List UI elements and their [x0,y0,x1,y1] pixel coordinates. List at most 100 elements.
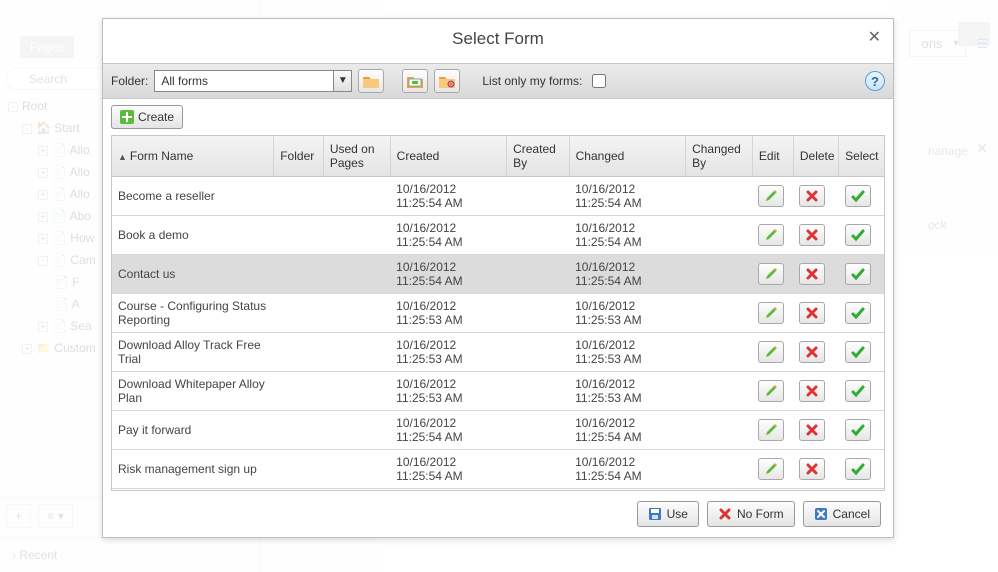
col-used-on[interactable]: Used on Pages [323,136,390,177]
select-form-dialog: Select Form ✕ Folder: All forms ▼ List o… [102,18,894,538]
col-folder[interactable]: Folder [274,136,324,177]
delete-button[interactable] [799,263,825,285]
cell-folder [274,333,324,372]
folder-select[interactable]: All forms ▼ [154,70,352,92]
cell-edit [752,411,793,450]
table-row[interactable]: Become a reseller10/16/201211:25:54 AM10… [112,177,884,216]
cell-edit [752,294,793,333]
select-button[interactable] [845,263,871,285]
edit-button[interactable] [758,224,784,246]
select-button[interactable] [845,224,871,246]
cell-created-by [507,255,570,294]
cell-form-name: Risk management sign up [112,450,274,489]
select-button[interactable] [845,302,871,324]
table-row[interactable]: Risk management sign up 10/16/201211:25:5… [112,450,884,489]
cell-used-on [323,255,390,294]
cell-select [839,294,884,333]
edit-button[interactable] [758,263,784,285]
cell-delete [793,333,838,372]
cell-form-name: Pay it forward [112,411,274,450]
table-row[interactable]: Download Whitepaper Alloy Plan10/16/2012… [112,372,884,411]
cell-used-on [323,372,390,411]
col-created[interactable]: Created [390,136,506,177]
cell-used-on [323,411,390,450]
chevron-down-icon[interactable]: ▼ [333,71,351,91]
cell-folder [274,255,324,294]
delete-button[interactable] [799,458,825,480]
table-row[interactable]: Course - Configuring Status Reporting 10/… [112,294,884,333]
col-form-name[interactable]: ▲Form Name [112,136,274,177]
select-button[interactable] [845,185,871,207]
cell-select [839,411,884,450]
cell-created: 10/16/201211:25:53 AM [390,333,506,372]
table-header-row: ▲Form Name Folder Used on Pages Created … [112,136,884,177]
cell-select [839,372,884,411]
edit-button[interactable] [758,341,784,363]
cell-used-on [323,450,390,489]
delete-button[interactable] [799,419,825,441]
cell-delete [793,216,838,255]
cell-delete [793,255,838,294]
edit-button[interactable] [758,185,784,207]
cell-edit [752,333,793,372]
new-folder-button[interactable] [358,69,384,93]
col-changed-by[interactable]: Changed By [686,136,753,177]
my-forms-checkbox[interactable] [592,74,606,88]
dialog-close-button[interactable]: ✕ [868,27,881,47]
cell-used-on [323,294,390,333]
forms-table-wrapper[interactable]: ▲Form Name Folder Used on Pages Created … [111,135,885,491]
table-row[interactable]: Book a demo10/16/201211:25:54 AM10/16/20… [112,216,884,255]
delete-button[interactable] [799,380,825,402]
cell-changed-by [686,177,753,216]
delete-button[interactable] [799,224,825,246]
select-button[interactable] [845,419,871,441]
folder-label: Folder: [111,74,148,88]
folder-settings-button[interactable] [434,69,460,93]
edit-button[interactable] [758,458,784,480]
table-row[interactable]: Contact us10/16/201211:25:54 AM10/16/201… [112,255,884,294]
cell-changed-by [686,333,753,372]
col-changed[interactable]: Changed [569,136,685,177]
cell-created: 10/16/201211:25:54 AM [390,450,506,489]
cancel-button[interactable]: Cancel [803,501,881,527]
my-forms-label: List only my forms: [482,74,582,88]
select-button[interactable] [845,341,871,363]
create-label: Create [138,110,174,124]
open-folder-button[interactable] [402,69,428,93]
cell-folder [274,372,324,411]
dialog-footer: Use No Form Cancel [103,491,893,537]
help-button[interactable]: ? [865,71,885,91]
cell-changed: 10/16/201211:25:54 AM [569,216,685,255]
cell-folder [274,216,324,255]
table-row[interactable]: Pay it forward10/16/201211:25:54 AM10/16… [112,411,884,450]
plus-icon [120,110,134,124]
cell-changed-by [686,450,753,489]
col-created-by[interactable]: Created By [507,136,570,177]
cell-edit [752,255,793,294]
edit-button[interactable] [758,419,784,441]
cell-select [839,177,884,216]
edit-button[interactable] [758,302,784,324]
cell-folder [274,450,324,489]
delete-button[interactable] [799,341,825,363]
edit-button[interactable] [758,380,784,402]
cell-created: 10/16/201211:25:53 AM [390,372,506,411]
col-select[interactable]: Select [839,136,884,177]
delete-button[interactable] [799,302,825,324]
cell-changed-by [686,216,753,255]
select-button[interactable] [845,458,871,480]
use-button[interactable]: Use [637,501,699,527]
create-button[interactable]: Create [111,105,183,129]
cancel-icon [814,507,828,521]
cell-changed-by [686,411,753,450]
select-button[interactable] [845,380,871,402]
delete-button[interactable] [799,185,825,207]
col-edit[interactable]: Edit [752,136,793,177]
cell-created: 10/16/201211:25:53 AM [390,294,506,333]
cell-changed-by [686,294,753,333]
col-delete[interactable]: Delete [793,136,838,177]
table-row[interactable]: Download Alloy Track Free Trial10/16/201… [112,333,884,372]
cell-form-name: Course - Configuring Status Reporting [112,294,274,333]
no-form-button[interactable]: No Form [707,501,795,527]
cell-delete [793,177,838,216]
